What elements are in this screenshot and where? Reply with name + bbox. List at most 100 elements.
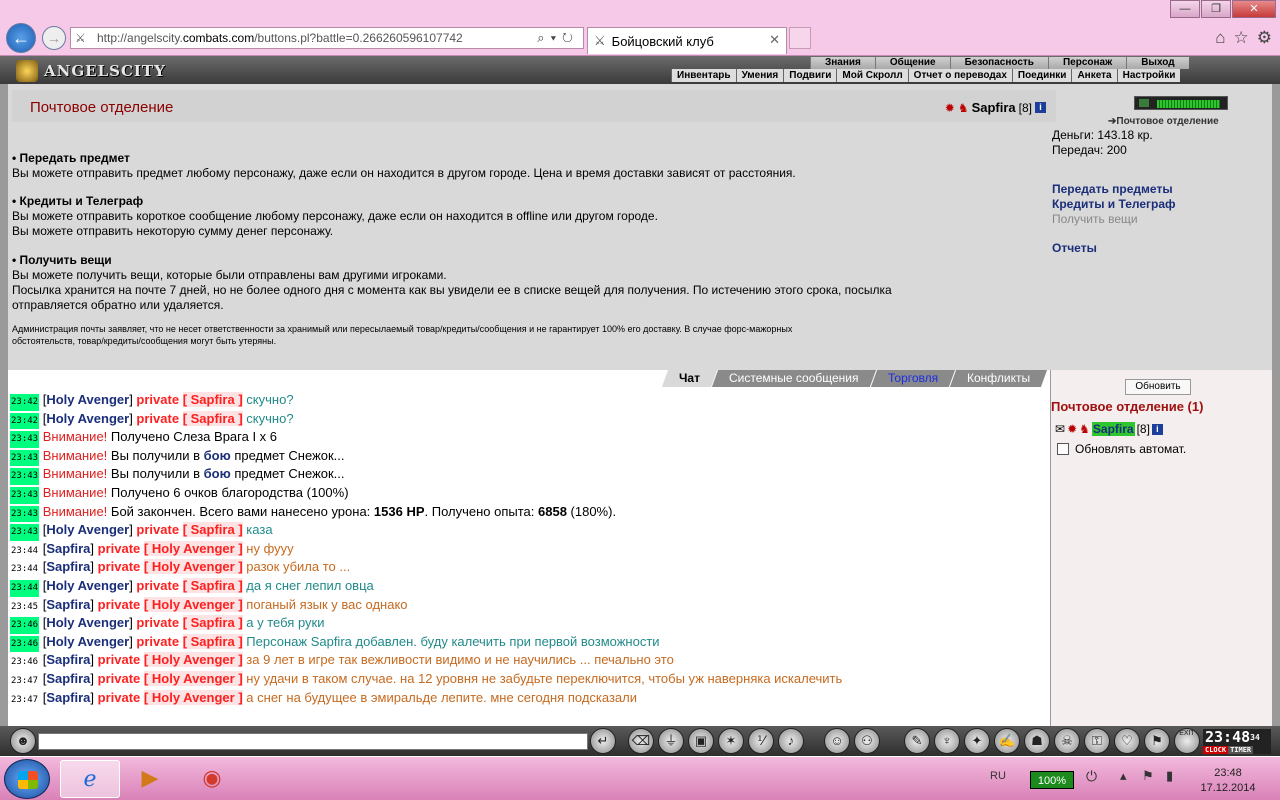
chat-message-input[interactable] xyxy=(38,733,588,750)
sender-name[interactable]: Holy Avenger xyxy=(46,411,129,426)
filter-icon[interactable]: ⏚ xyxy=(658,728,684,754)
save-log-icon[interactable]: ▣ xyxy=(688,728,714,754)
submenu-achievements[interactable]: Подвиги xyxy=(783,69,836,82)
system-clock[interactable]: 23:48 17.12.2014 xyxy=(1196,766,1260,796)
bag-icon[interactable]: ♆ xyxy=(934,728,960,754)
sender-name[interactable]: Sapfira xyxy=(46,652,90,667)
flag-icon[interactable]: ⚑ xyxy=(1144,728,1170,754)
address-bar[interactable]: ⚔ http://angelscity. combats.com/buttons.… xyxy=(70,27,584,49)
submenu-profile[interactable]: Анкета xyxy=(1071,69,1116,82)
sender-name[interactable]: Holy Avenger xyxy=(46,578,129,593)
link-credits-telegraph[interactable]: Кредиты и Телеграф xyxy=(1052,197,1176,212)
info-icon[interactable]: i xyxy=(1035,102,1046,113)
auto-refresh-checkbox[interactable] xyxy=(1057,443,1069,455)
submenu-inventory[interactable]: Инвентарь xyxy=(671,69,736,82)
menu-social[interactable]: Общение xyxy=(874,57,950,69)
private-msg-icon[interactable]: ✉ xyxy=(1055,422,1065,436)
forward-button[interactable]: → xyxy=(42,26,66,50)
tab-trade[interactable]: Торговля xyxy=(869,370,955,387)
battery-indicator[interactable]: 100% xyxy=(1030,771,1074,789)
link-reports[interactable]: Отчеты xyxy=(1052,241,1176,256)
sound-icon[interactable]: ♪ xyxy=(778,728,804,754)
send-icon[interactable]: ↵ xyxy=(590,728,616,754)
chevron-up-icon[interactable]: ▴ xyxy=(1120,768,1127,784)
eraser-icon[interactable]: ⌫ xyxy=(628,728,654,754)
chat-message: 23:44 [Sapfira] private [ Holy Avenger ]… xyxy=(10,540,1040,560)
menu-security[interactable]: Безопасность xyxy=(949,57,1048,69)
tab-conflicts[interactable]: Конфликты xyxy=(948,370,1048,387)
submenu-fights[interactable]: Поединки xyxy=(1011,69,1072,82)
action-center-flag-icon[interactable]: ⚑ xyxy=(1142,768,1154,784)
sender-name[interactable]: Sapfira xyxy=(46,559,90,574)
search-icon[interactable]: ⌕ xyxy=(537,30,550,45)
player-info: ✹ ♞ Sapfira [8] i xyxy=(945,100,1046,115)
users-list-icon[interactable]: ⚇ xyxy=(854,728,880,754)
sender-name[interactable]: Sapfira xyxy=(46,541,90,556)
sender-name[interactable]: Holy Avenger xyxy=(46,522,129,537)
sender-name[interactable]: Sapfira xyxy=(46,690,90,705)
message-text: Бой закончен. Всего вами нанесено урона: xyxy=(110,503,374,519)
back-button[interactable]: ← xyxy=(6,23,36,53)
recipient-name: [ Holy Avenger ] xyxy=(143,559,243,575)
close-window-button[interactable]: ✕ xyxy=(1232,0,1276,18)
action-icon-1[interactable]: ✎ xyxy=(904,728,930,754)
menu-knowledge[interactable]: Знания xyxy=(810,57,875,69)
room-user-name[interactable]: Sapfira xyxy=(1091,422,1135,436)
dropdown-icon[interactable]: ▾ xyxy=(551,30,562,45)
sender-name[interactable]: Sapfira xyxy=(46,597,90,612)
money-info: Деньги: 143.18 кр. Передач: 200 xyxy=(1052,128,1153,158)
link-transfer-items[interactable]: Передать предметы xyxy=(1052,182,1176,197)
fighter-icon[interactable]: ✶ xyxy=(718,728,744,754)
submenu-transfer-report[interactable]: Отчет о переводах xyxy=(907,69,1012,82)
info-icon[interactable]: i xyxy=(1151,423,1163,435)
chat-filter-icon[interactable]: ☻ xyxy=(10,728,36,754)
chrome-taskbar-icon[interactable]: ◉ xyxy=(182,760,242,798)
clock-label[interactable]: CLOCK xyxy=(1203,746,1229,754)
private-label: private xyxy=(136,577,180,593)
scroll-icon[interactable]: ✍ xyxy=(994,728,1020,754)
transfer-icon[interactable]: ⅟ xyxy=(748,728,774,754)
menu-character[interactable]: Персонаж xyxy=(1047,57,1127,69)
gold-icon[interactable]: ✦ xyxy=(964,728,990,754)
battle-link[interactable]: бою xyxy=(204,466,231,481)
sender-name[interactable]: Holy Avenger xyxy=(46,634,129,649)
skull-icon[interactable]: ☠ xyxy=(1054,728,1080,754)
warning-label: Внимание! xyxy=(42,429,108,445)
start-button[interactable] xyxy=(4,759,50,799)
exit-icon[interactable]: EXIT xyxy=(1174,728,1200,754)
player-name[interactable]: Sapfira xyxy=(972,100,1016,115)
tab-chat[interactable]: Чат xyxy=(661,370,718,387)
sender-name[interactable]: Holy Avenger xyxy=(46,615,129,630)
mask-icon[interactable]: ☗ xyxy=(1024,728,1050,754)
heart-icon[interactable]: ♡ xyxy=(1114,728,1140,754)
browser-tab[interactable]: ⚔ Бойцовский клуб ✕ xyxy=(587,27,787,54)
maximize-button[interactable]: ❐ xyxy=(1201,0,1231,18)
menu-exit[interactable]: Выход xyxy=(1126,57,1189,69)
tab-system-messages[interactable]: Системные сообщения xyxy=(711,370,876,387)
timer-label[interactable]: TIMER xyxy=(1228,746,1254,754)
auto-refresh[interactable]: Обновлять автомат. xyxy=(1057,442,1186,456)
lock-icon[interactable]: ⚿ xyxy=(1084,728,1110,754)
favorites-star-icon[interactable]: ☆ xyxy=(1234,28,1249,48)
refresh-button[interactable]: Обновить xyxy=(1125,379,1191,395)
power-plug-icon[interactable]: ⏻ xyxy=(1086,768,1097,785)
new-tab-button[interactable] xyxy=(789,27,811,49)
battle-link[interactable]: бою xyxy=(204,448,231,463)
sender-name[interactable]: Sapfira xyxy=(46,671,90,686)
language-indicator[interactable]: RU xyxy=(990,770,1006,782)
home-icon[interactable]: ⌂ xyxy=(1215,28,1225,48)
damage-value: 1536 HP xyxy=(373,503,425,519)
smiley-icon[interactable]: ☺ xyxy=(824,728,850,754)
tab-close-icon[interactable]: ✕ xyxy=(769,32,780,48)
game-logo[interactable]: ANGELSCITY xyxy=(14,59,170,83)
settings-gear-icon[interactable]: ⚙ xyxy=(1257,28,1272,48)
refresh-icon[interactable]: ↻ xyxy=(562,30,579,45)
submenu-settings[interactable]: Настройки xyxy=(1116,69,1181,82)
submenu-my-scroll[interactable]: Мой Скролл xyxy=(836,69,907,82)
submenu-skills[interactable]: Умения xyxy=(735,69,784,82)
media-player-taskbar-icon[interactable]: ▶ xyxy=(120,760,180,798)
sender-name[interactable]: Holy Avenger xyxy=(46,392,129,407)
ie-taskbar-icon[interactable]: ℯ xyxy=(60,760,120,798)
minimize-button[interactable]: — xyxy=(1170,0,1200,18)
network-icon[interactable]: ▮ xyxy=(1166,768,1173,784)
